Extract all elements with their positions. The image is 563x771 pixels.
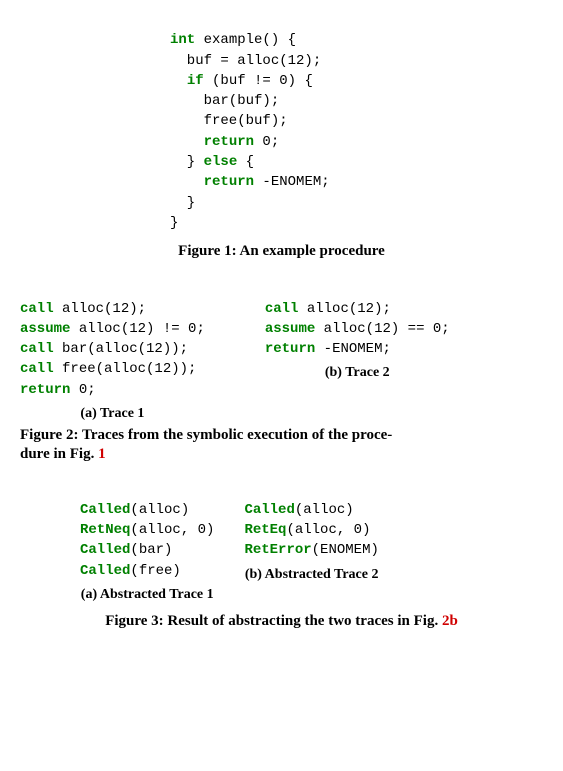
code-text: (free) — [130, 563, 180, 579]
code-text: (buf != 0) { — [204, 73, 313, 89]
code-text: alloc(12) == 0; — [315, 321, 449, 337]
code-text: alloc(12); — [54, 301, 146, 317]
code-text: example() { — [195, 32, 296, 48]
kw-else: else — [204, 154, 238, 170]
kw-return: return — [20, 382, 70, 398]
code-text: { — [237, 154, 254, 170]
code-text: } — [170, 154, 204, 170]
code-text: alloc(12); — [298, 301, 390, 317]
figure2-caption: Figure 2: Traces from the symbolic execu… — [20, 426, 543, 464]
pred-called: Called — [244, 502, 294, 518]
pred-called: Called — [80, 542, 130, 558]
kw-int: int — [170, 32, 195, 48]
kw-return: return — [204, 134, 254, 150]
figure2-caption-line1: Figure 2: Traces from the symbolic execu… — [20, 427, 392, 443]
kw-assume: assume — [265, 321, 315, 337]
kw-call: call — [265, 301, 299, 317]
pred-retneq: RetNeq — [80, 522, 130, 538]
figure3-row: Called(alloc) RetNeq(alloc, 0) Called(ba… — [80, 480, 543, 603]
pred-called: Called — [80, 502, 130, 518]
code-text: bar(alloc(12)); — [54, 341, 188, 357]
abst2-code: Called(alloc) RetEq(alloc, 0) RetError(E… — [244, 480, 378, 561]
code-text: free(alloc(12)); — [54, 361, 197, 377]
kw-assume: assume — [20, 321, 70, 337]
code-text: 0; — [254, 134, 279, 150]
kw-call: call — [20, 301, 54, 317]
figure1-code: int example() { buf = alloc(12); if (buf… — [170, 10, 543, 233]
figure3-caption-text: Figure 3: Result of abstracting the two … — [105, 613, 442, 629]
abst1-code: Called(alloc) RetNeq(alloc, 0) Called(ba… — [80, 480, 214, 581]
figure2-trace1: call alloc(12); assume alloc(12) != 0; c… — [20, 278, 205, 422]
figure3-ref-link[interactable]: 2b — [442, 613, 458, 629]
code-text: (ENOMEM) — [312, 542, 379, 558]
figure2-ref-link[interactable]: 1 — [98, 446, 106, 462]
figure3b-subcaption: (b) Abstracted Trace 2 — [244, 567, 378, 583]
code-text: free(buf); — [170, 113, 288, 129]
figure3-abst2: Called(alloc) RetEq(alloc, 0) RetError(E… — [244, 480, 378, 603]
pred-reteq: RetEq — [244, 522, 286, 538]
figure2b-subcaption: (b) Trace 2 — [265, 365, 450, 381]
code-text: buf = alloc(12); — [170, 53, 321, 69]
code-text: } — [170, 195, 195, 211]
figure1-caption: Figure 1: An example procedure — [20, 243, 543, 260]
figure3-caption: Figure 3: Result of abstracting the two … — [20, 613, 543, 630]
code-text: (alloc) — [295, 502, 354, 518]
code-text: -ENOMEM; — [254, 174, 330, 190]
code-text: -ENOMEM; — [315, 341, 391, 357]
figure2-row: call alloc(12); assume alloc(12) != 0; c… — [20, 278, 543, 422]
code-text: } — [170, 215, 178, 231]
code-text: (bar) — [130, 542, 172, 558]
code-text: alloc(12) != 0; — [70, 321, 204, 337]
code-text: (alloc, 0) — [286, 522, 370, 538]
pred-reterror: RetError — [244, 542, 311, 558]
figure2-caption-line2a: dure in Fig. — [20, 446, 98, 462]
pred-called: Called — [80, 563, 130, 579]
figure2-trace2: call alloc(12); assume alloc(12) == 0; r… — [265, 278, 450, 422]
trace1-code: call alloc(12); assume alloc(12) != 0; c… — [20, 278, 205, 400]
kw-return: return — [265, 341, 315, 357]
code-text: 0; — [70, 382, 95, 398]
figure3-abst1: Called(alloc) RetNeq(alloc, 0) Called(ba… — [80, 480, 214, 603]
kw-call: call — [20, 341, 54, 357]
trace2-code: call alloc(12); assume alloc(12) == 0; r… — [265, 278, 450, 359]
kw-if: if — [187, 73, 204, 89]
kw-call: call — [20, 361, 54, 377]
kw-return: return — [204, 174, 254, 190]
code-text: (alloc, 0) — [130, 522, 214, 538]
figure3a-subcaption: (a) Abstracted Trace 1 — [80, 587, 214, 603]
code-text: (alloc) — [130, 502, 189, 518]
code-text: bar(buf); — [170, 93, 279, 109]
figure2a-subcaption: (a) Trace 1 — [20, 406, 205, 422]
